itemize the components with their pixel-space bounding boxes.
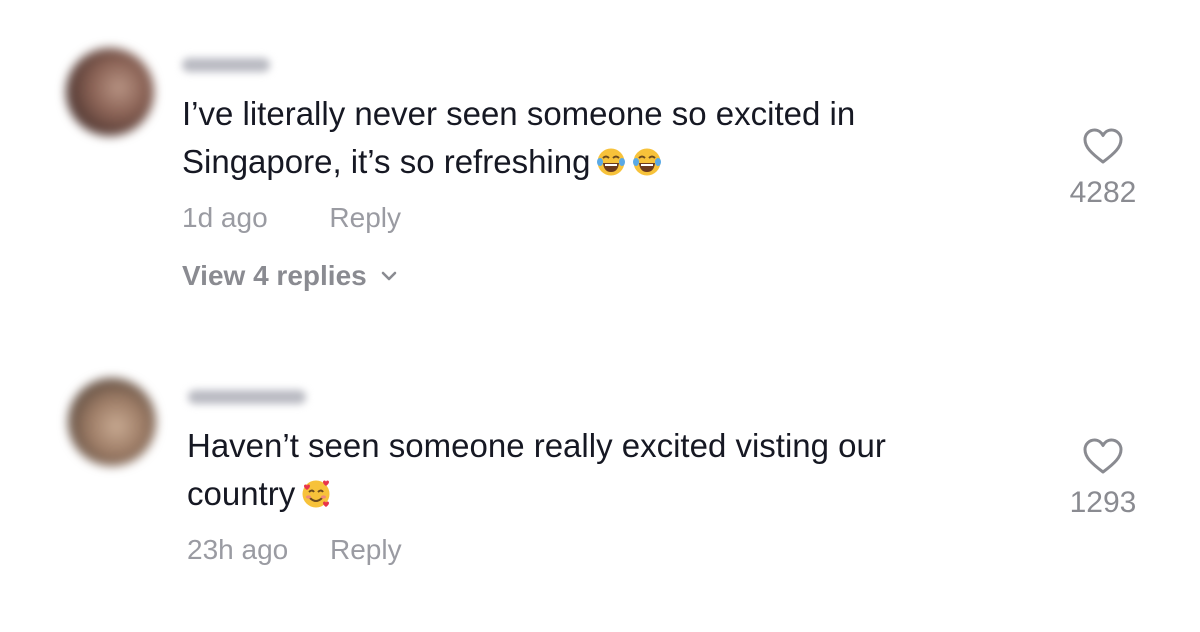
- heart-icon[interactable]: [1081, 436, 1125, 476]
- face-with-tears-of-joy-icon: [633, 148, 662, 176]
- like-count: 4282: [1069, 176, 1137, 209]
- chevron-down-icon: [381, 271, 397, 281]
- comment-item: I’ve literally never seen someone so exc…: [0, 0, 1200, 320]
- face-with-tears-of-joy-icon: [597, 148, 626, 176]
- like-control: 4282: [1043, 126, 1163, 210]
- view-replies-button[interactable]: View 4 replies: [182, 260, 399, 292]
- comment-text: I’ve literally never seen someone so exc…: [182, 90, 855, 186]
- comment-meta: 1d ago Reply: [182, 202, 401, 234]
- reply-button[interactable]: Reply: [329, 202, 401, 234]
- comment-text-line-1: I’ve literally never seen someone so exc…: [182, 95, 856, 132]
- username-blurred[interactable]: [182, 58, 270, 72]
- heart-icon[interactable]: [1081, 126, 1125, 166]
- comment-text-line-2: country: [187, 475, 296, 512]
- comment-timestamp: 1d ago: [182, 202, 268, 233]
- view-replies-label: View 4 replies: [182, 260, 367, 291]
- comment-text-line-2: Singapore, it’s so refreshing: [182, 143, 591, 180]
- username-blurred[interactable]: [188, 390, 306, 404]
- smiling-face-with-hearts-icon: [302, 480, 330, 508]
- comment-timestamp: 23h ago: [187, 534, 289, 565]
- like-count: 1293: [1069, 486, 1137, 519]
- reply-button[interactable]: Reply: [330, 534, 402, 566]
- comment-item: Haven’t seen someone really excited vist…: [0, 340, 1200, 632]
- like-control: 1293: [1043, 436, 1163, 520]
- avatar[interactable]: [66, 48, 154, 136]
- avatar[interactable]: [68, 378, 156, 466]
- comment-text: Haven’t seen someone really excited vist…: [187, 422, 886, 518]
- comment-meta: 23h ago Reply: [187, 534, 402, 566]
- comment-text-line-1: Haven’t seen someone really excited vist…: [187, 427, 886, 464]
